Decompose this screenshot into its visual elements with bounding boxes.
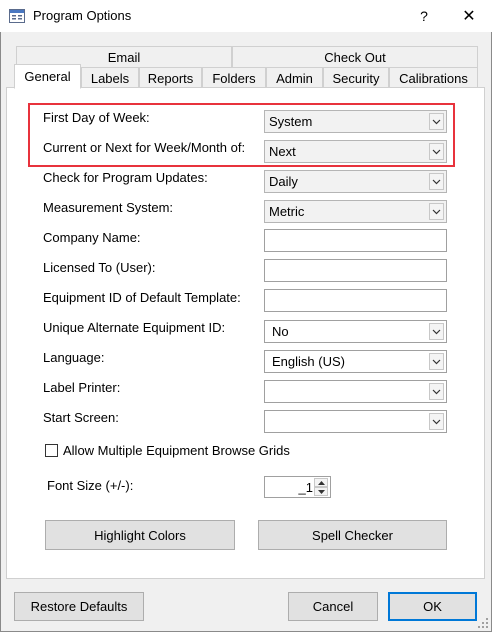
cancel-button[interactable]: Cancel — [288, 592, 378, 621]
equipment-id-template-input[interactable] — [264, 289, 447, 312]
chevron-down-icon[interactable] — [429, 323, 444, 340]
language-value: English (US) — [272, 354, 345, 369]
unique-alt-equipment-id-label: Unique Alternate Equipment ID: — [43, 320, 226, 335]
start-screen-label: Start Screen: — [43, 410, 119, 425]
check-updates-select[interactable]: Daily — [264, 170, 447, 193]
company-name-label: Company Name: — [43, 230, 141, 245]
chevron-down-icon[interactable] — [429, 203, 444, 220]
licensed-to-label: Licensed To (User): — [43, 260, 156, 275]
chevron-down-icon[interactable] — [429, 383, 444, 400]
title-bar[interactable]: Program Options ? ✕ — [0, 0, 492, 32]
measurement-system-select[interactable]: Metric — [264, 200, 447, 223]
spin-down-icon[interactable] — [314, 487, 328, 496]
language-select[interactable]: English (US) — [264, 350, 447, 373]
font-size-label: Font Size (+/-): — [47, 478, 134, 493]
tab-admin[interactable]: Admin — [266, 67, 323, 88]
check-updates-value: Daily — [269, 174, 298, 189]
spin-up-icon[interactable] — [314, 478, 328, 487]
allow-multiple-grids-checkbox[interactable] — [45, 444, 58, 457]
tab-check-out[interactable]: Check Out — [232, 46, 478, 68]
highlight-colors-button[interactable]: Highlight Colors — [45, 520, 235, 550]
window-title: Program Options — [33, 8, 132, 23]
tab-reports[interactable]: Reports — [139, 67, 202, 88]
spell-checker-button[interactable]: Spell Checker — [258, 520, 447, 550]
program-options-icon — [9, 9, 25, 23]
tab-security[interactable]: Security — [323, 67, 389, 88]
check-updates-label: Check for Program Updates: — [43, 170, 208, 185]
unique-alt-equipment-id-value: No — [272, 324, 289, 339]
tab-folders[interactable]: Folders — [202, 67, 266, 88]
label-printer-select[interactable] — [264, 380, 447, 403]
tab-labels[interactable]: Labels — [81, 67, 139, 88]
company-name-input[interactable] — [264, 229, 447, 252]
tab-calibrations[interactable]: Calibrations — [389, 67, 478, 88]
unique-alt-equipment-id-select[interactable]: No — [264, 320, 447, 343]
allow-multiple-grids-label[interactable]: Allow Multiple Equipment Browse Grids — [63, 443, 290, 458]
equipment-id-template-label: Equipment ID of Default Template: — [43, 290, 241, 305]
font-size-stepper[interactable]: _1 — [264, 476, 331, 498]
chevron-down-icon[interactable] — [429, 353, 444, 370]
start-screen-select[interactable] — [264, 410, 447, 433]
licensed-to-input[interactable] — [264, 259, 447, 282]
close-button[interactable]: ✕ — [446, 0, 492, 32]
font-size-value[interactable]: _1 — [265, 480, 313, 495]
restore-defaults-button[interactable]: Restore Defaults — [14, 592, 144, 621]
ok-button[interactable]: OK — [388, 592, 477, 621]
measurement-system-value: Metric — [269, 204, 305, 219]
language-label: Language: — [43, 350, 105, 365]
resize-grip-icon[interactable] — [477, 617, 489, 629]
label-printer-label: Label Printer: — [43, 380, 121, 395]
help-button[interactable]: ? — [404, 0, 444, 32]
highlight-box — [28, 103, 455, 167]
chevron-down-icon[interactable] — [429, 413, 444, 430]
measurement-system-label: Measurement System: — [43, 200, 174, 215]
tab-general[interactable]: General — [14, 64, 81, 89]
chevron-down-icon[interactable] — [429, 173, 444, 190]
